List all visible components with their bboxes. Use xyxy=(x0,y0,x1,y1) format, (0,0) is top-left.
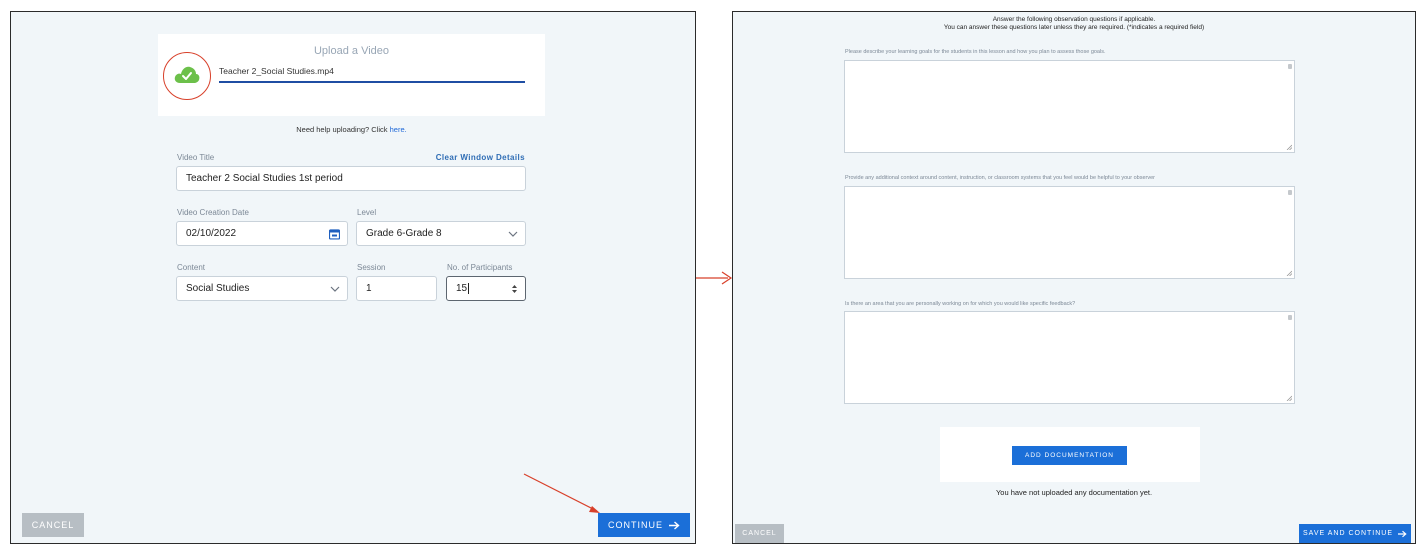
session-value: 1 xyxy=(366,283,372,294)
continue-label: CONTINUE xyxy=(608,520,663,530)
save-and-continue-label: SAVE AND CONTINUE xyxy=(1303,530,1393,537)
scrollbar-thumb[interactable] xyxy=(1288,190,1292,195)
question-3-textarea[interactable] xyxy=(844,311,1295,404)
continue-button[interactable]: CONTINUE xyxy=(598,513,690,537)
resize-grip-icon[interactable] xyxy=(1286,270,1292,276)
header-line-1: Answer the following observation questio… xyxy=(992,16,1156,23)
content-label: Content xyxy=(177,263,206,272)
annotation-arrowhead-between-panels xyxy=(721,271,733,285)
annotation-circle xyxy=(163,52,211,100)
calendar-icon[interactable] xyxy=(329,228,340,239)
participants-label: No. of Participants xyxy=(447,263,513,272)
resize-grip-icon[interactable] xyxy=(1286,144,1292,150)
creation-date-input[interactable]: 02/10/2022 xyxy=(176,221,348,246)
session-label: Session xyxy=(357,263,386,272)
observation-questions-panel: Answer the following observation questio… xyxy=(732,11,1416,544)
upload-card: Upload a Video Teacher 2_Social Studies.… xyxy=(158,34,545,116)
level-label: Level xyxy=(357,208,377,217)
upload-progress-bar xyxy=(219,81,525,83)
question-3-label: Is there an area that you are personally… xyxy=(845,301,1076,307)
participants-value: 15 xyxy=(456,283,468,294)
no-documentation-text: You have not uploaded any documentation … xyxy=(995,488,1153,497)
arrow-right-icon xyxy=(1398,530,1407,537)
participants-input[interactable]: 15 xyxy=(446,276,526,301)
cloud-check-icon xyxy=(174,66,200,83)
add-documentation-button[interactable]: ADD DOCUMENTATION xyxy=(1012,446,1127,465)
help-link[interactable]: here. xyxy=(390,125,407,134)
scrollbar-thumb[interactable] xyxy=(1288,315,1292,320)
scrollbar-thumb[interactable] xyxy=(1288,64,1292,69)
question-2-label: Provide any additional context around co… xyxy=(845,175,1156,181)
arrow-right-icon xyxy=(669,520,680,530)
question-2-textarea[interactable] xyxy=(844,186,1295,279)
chevron-down-icon xyxy=(330,286,340,292)
chevron-down-icon xyxy=(508,231,518,237)
upload-progress-fill xyxy=(219,81,525,83)
level-select[interactable]: Grade 6-Grade 8 xyxy=(356,221,526,246)
clear-window-details-link[interactable]: Clear Window Details xyxy=(436,153,525,162)
upload-help-text: Need help uploading? Click here. xyxy=(158,125,545,134)
content-value: Social Studies xyxy=(186,283,250,294)
creation-date-label: Video Creation Date xyxy=(177,208,249,217)
session-input[interactable]: 1 xyxy=(356,276,437,301)
video-title-value: Teacher 2 Social Studies 1st period xyxy=(186,173,343,184)
upload-video-panel: Upload a Video Teacher 2_Social Studies.… xyxy=(10,11,696,544)
video-title-input[interactable]: Teacher 2 Social Studies 1st period xyxy=(176,166,526,191)
question-1-textarea[interactable] xyxy=(844,60,1295,153)
cancel-button[interactable]: CANCEL xyxy=(735,524,784,543)
save-and-continue-button[interactable]: SAVE AND CONTINUE xyxy=(1299,524,1411,543)
resize-grip-icon[interactable] xyxy=(1286,395,1292,401)
creation-date-value: 02/10/2022 xyxy=(186,228,237,239)
help-prefix: Need help uploading? Click xyxy=(296,125,390,134)
add-documentation-label: ADD DOCUMENTATION xyxy=(1025,452,1114,459)
observation-header: Answer the following observation questio… xyxy=(733,16,1415,32)
cancel-label: CANCEL xyxy=(31,520,75,530)
cancel-button[interactable]: CANCEL xyxy=(22,513,84,537)
upload-title: Upload a Video xyxy=(313,45,390,57)
level-value: Grade 6-Grade 8 xyxy=(366,228,442,239)
header-line-2: You can answer these questions later unl… xyxy=(943,24,1205,31)
content-select[interactable]: Social Studies xyxy=(176,276,348,301)
video-title-label: Video Title xyxy=(177,153,215,162)
uploaded-file-name: Teacher 2_Social Studies.mp4 xyxy=(219,66,334,76)
documentation-card: ADD DOCUMENTATION xyxy=(940,427,1200,482)
spinner-arrows-icon[interactable] xyxy=(511,284,518,294)
cancel-label: CANCEL xyxy=(742,530,777,537)
question-1-label: Please describe your learning goals for … xyxy=(845,49,1106,55)
